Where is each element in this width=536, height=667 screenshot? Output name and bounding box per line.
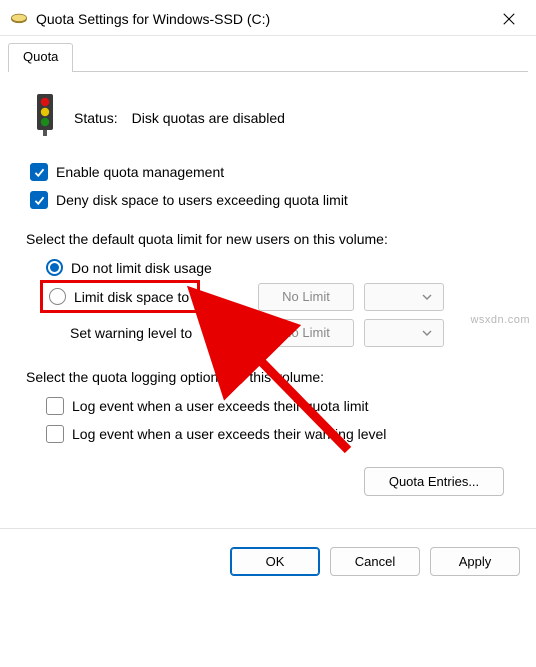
warning-value-input[interactable]: No Limit (258, 319, 354, 347)
check-deny-space[interactable]: Deny disk space to users exceeding quota… (30, 191, 512, 209)
highlight-annotation: Limit disk space to (40, 280, 200, 313)
ok-button[interactable]: OK (230, 547, 320, 576)
radio-selected-icon (46, 259, 63, 276)
quota-entries-row: Quota Entries... (26, 467, 504, 496)
limit-heading: Select the default quota limit for new u… (26, 231, 512, 247)
warning-label: Set warning level to (40, 325, 258, 341)
titlebar: Quota Settings for Windows-SSD (C:) (0, 0, 536, 36)
log-heading: Select the quota logging options for thi… (26, 369, 512, 385)
status-label: Status: (74, 110, 118, 126)
status-row: Status: Disk quotas are disabled (30, 94, 512, 141)
check-enable-label: Enable quota management (56, 164, 224, 180)
footer: OK Cancel Apply (0, 528, 536, 584)
warning-unit-select[interactable] (364, 319, 444, 347)
limit-value-input[interactable]: No Limit (258, 283, 354, 311)
checkbox-unchecked-icon (46, 397, 64, 415)
tabstrip: Quota (8, 42, 528, 72)
limit-unit-select[interactable] (364, 283, 444, 311)
check-deny-label: Deny disk space to users exceeding quota… (56, 192, 348, 208)
checkbox-unchecked-icon (46, 425, 64, 443)
status-value: Disk quotas are disabled (132, 110, 285, 126)
checkbox-checked-icon (30, 163, 48, 181)
close-button[interactable] (492, 5, 526, 33)
check-log-limit-label: Log event when a user exceeds their quot… (72, 398, 369, 414)
tab-quota[interactable]: Quota (8, 43, 73, 72)
chevron-down-icon (421, 327, 433, 339)
button-row: OK Cancel Apply (0, 539, 536, 584)
check-enable-quota[interactable]: Enable quota management (30, 163, 512, 181)
limit-disk-row: Limit disk space to No Limit (40, 280, 512, 313)
radio-no-limit[interactable]: Do not limit disk usage (46, 259, 512, 276)
watermark-text: wsxdn.com (470, 314, 530, 326)
chevron-down-icon (421, 291, 433, 303)
checkbox-checked-icon (30, 191, 48, 209)
disk-icon (10, 10, 28, 28)
check-log-limit[interactable]: Log event when a user exceeds their quot… (46, 397, 512, 415)
warning-level-row: Set warning level to No Limit (40, 319, 512, 347)
content-panel: Status: Disk quotas are disabled Enable … (0, 72, 536, 520)
check-log-warning[interactable]: Log event when a user exceeds their warn… (46, 425, 512, 443)
radio-unselected-icon (49, 288, 66, 305)
check-log-warning-label: Log event when a user exceeds their warn… (72, 426, 386, 442)
quota-entries-button[interactable]: Quota Entries... (364, 467, 504, 496)
radio-no-limit-label: Do not limit disk usage (71, 260, 212, 276)
radio-limit-label: Limit disk space to (74, 289, 189, 305)
apply-button[interactable]: Apply (430, 547, 520, 576)
traffic-light-icon (30, 94, 60, 141)
radio-limit-disk[interactable]: Limit disk space to (49, 288, 189, 305)
window-title: Quota Settings for Windows-SSD (C:) (36, 11, 492, 27)
cancel-button[interactable]: Cancel (330, 547, 420, 576)
